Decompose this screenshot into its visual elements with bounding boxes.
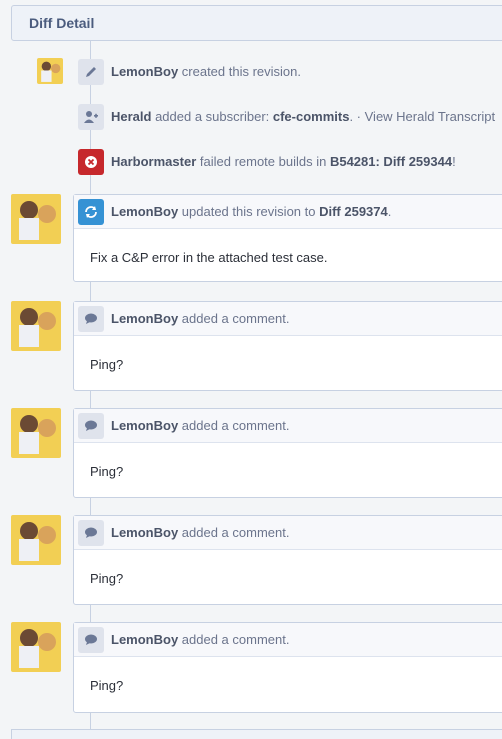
- error-icon: [78, 149, 104, 175]
- comment-icon: [78, 519, 104, 546]
- event-actor[interactable]: Harbormaster: [111, 154, 196, 169]
- comment-card: LemonBoy added a comment. Ping?: [73, 622, 502, 713]
- comment-card: LemonBoy added a comment. Ping?: [73, 301, 502, 391]
- event-text: failed remote builds in: [196, 154, 330, 169]
- card-actor[interactable]: LemonBoy: [111, 525, 178, 540]
- card-header: LemonBoy added a comment.: [74, 516, 502, 550]
- card-object-link[interactable]: Diff 259374: [319, 204, 388, 219]
- card-header: LemonBoy updated this revision to Diff 2…: [74, 195, 502, 229]
- comment-icon: [78, 412, 104, 439]
- card-header: LemonBoy added a comment.: [74, 302, 502, 336]
- section-title: Diff Detail: [29, 15, 95, 31]
- timeline-event: Harbormaster failed remote builds in B54…: [111, 149, 456, 175]
- comment-body: Ping?: [90, 464, 124, 479]
- card-action: added a comment.: [178, 311, 290, 326]
- avatar[interactable]: [11, 301, 61, 351]
- card-actor[interactable]: LemonBoy: [111, 632, 178, 647]
- card-action: updated this revision to: [178, 204, 320, 219]
- next-section-header: [11, 729, 502, 739]
- pencil-icon: [78, 59, 104, 85]
- card-actor[interactable]: LemonBoy: [111, 418, 178, 433]
- avatar[interactable]: [11, 194, 61, 244]
- card-actor[interactable]: LemonBoy: [111, 204, 178, 219]
- comment-icon: [78, 626, 104, 653]
- card-header: LemonBoy added a comment.: [74, 623, 502, 657]
- avatar[interactable]: [11, 408, 61, 458]
- add-user-icon: [78, 104, 104, 130]
- comment-body: Ping?: [90, 357, 124, 372]
- comment-icon: [78, 305, 104, 332]
- event-actor[interactable]: Herald: [111, 109, 151, 124]
- refresh-icon: [78, 198, 104, 225]
- avatar[interactable]: [11, 622, 61, 672]
- section-header: Diff Detail: [11, 5, 502, 41]
- avatar[interactable]: [37, 58, 63, 84]
- card-action: added a comment.: [178, 418, 290, 433]
- event-text: added a subscriber:: [151, 109, 273, 124]
- card-action: added a comment.: [178, 525, 290, 540]
- comment-body: Ping?: [90, 571, 124, 586]
- event-object-link[interactable]: B54281: Diff 259344: [330, 154, 452, 169]
- comment-card: LemonBoy added a comment. Ping?: [73, 408, 502, 498]
- card-action: added a comment.: [178, 632, 290, 647]
- transaction-card: LemonBoy updated this revision to Diff 2…: [73, 194, 502, 282]
- event-object-link[interactable]: cfe-commits: [273, 109, 350, 124]
- event-actor[interactable]: LemonBoy: [111, 64, 178, 79]
- card-body: Fix a C&P error in the attached test cas…: [90, 250, 328, 265]
- event-suffix: !: [452, 154, 456, 169]
- comment-card: LemonBoy added a comment. Ping?: [73, 515, 502, 605]
- card-actor[interactable]: LemonBoy: [111, 311, 178, 326]
- event-text: created this revision.: [178, 64, 302, 79]
- timeline-event: LemonBoy created this revision.: [111, 59, 301, 85]
- avatar[interactable]: [11, 515, 61, 565]
- card-suffix: .: [387, 204, 392, 219]
- herald-transcript-link[interactable]: . · View Herald Transcript: [349, 109, 495, 124]
- timeline-event: Herald added a subscriber: cfe-commits. …: [111, 104, 495, 130]
- card-header: LemonBoy added a comment.: [74, 409, 502, 443]
- comment-body: Ping?: [90, 678, 124, 693]
